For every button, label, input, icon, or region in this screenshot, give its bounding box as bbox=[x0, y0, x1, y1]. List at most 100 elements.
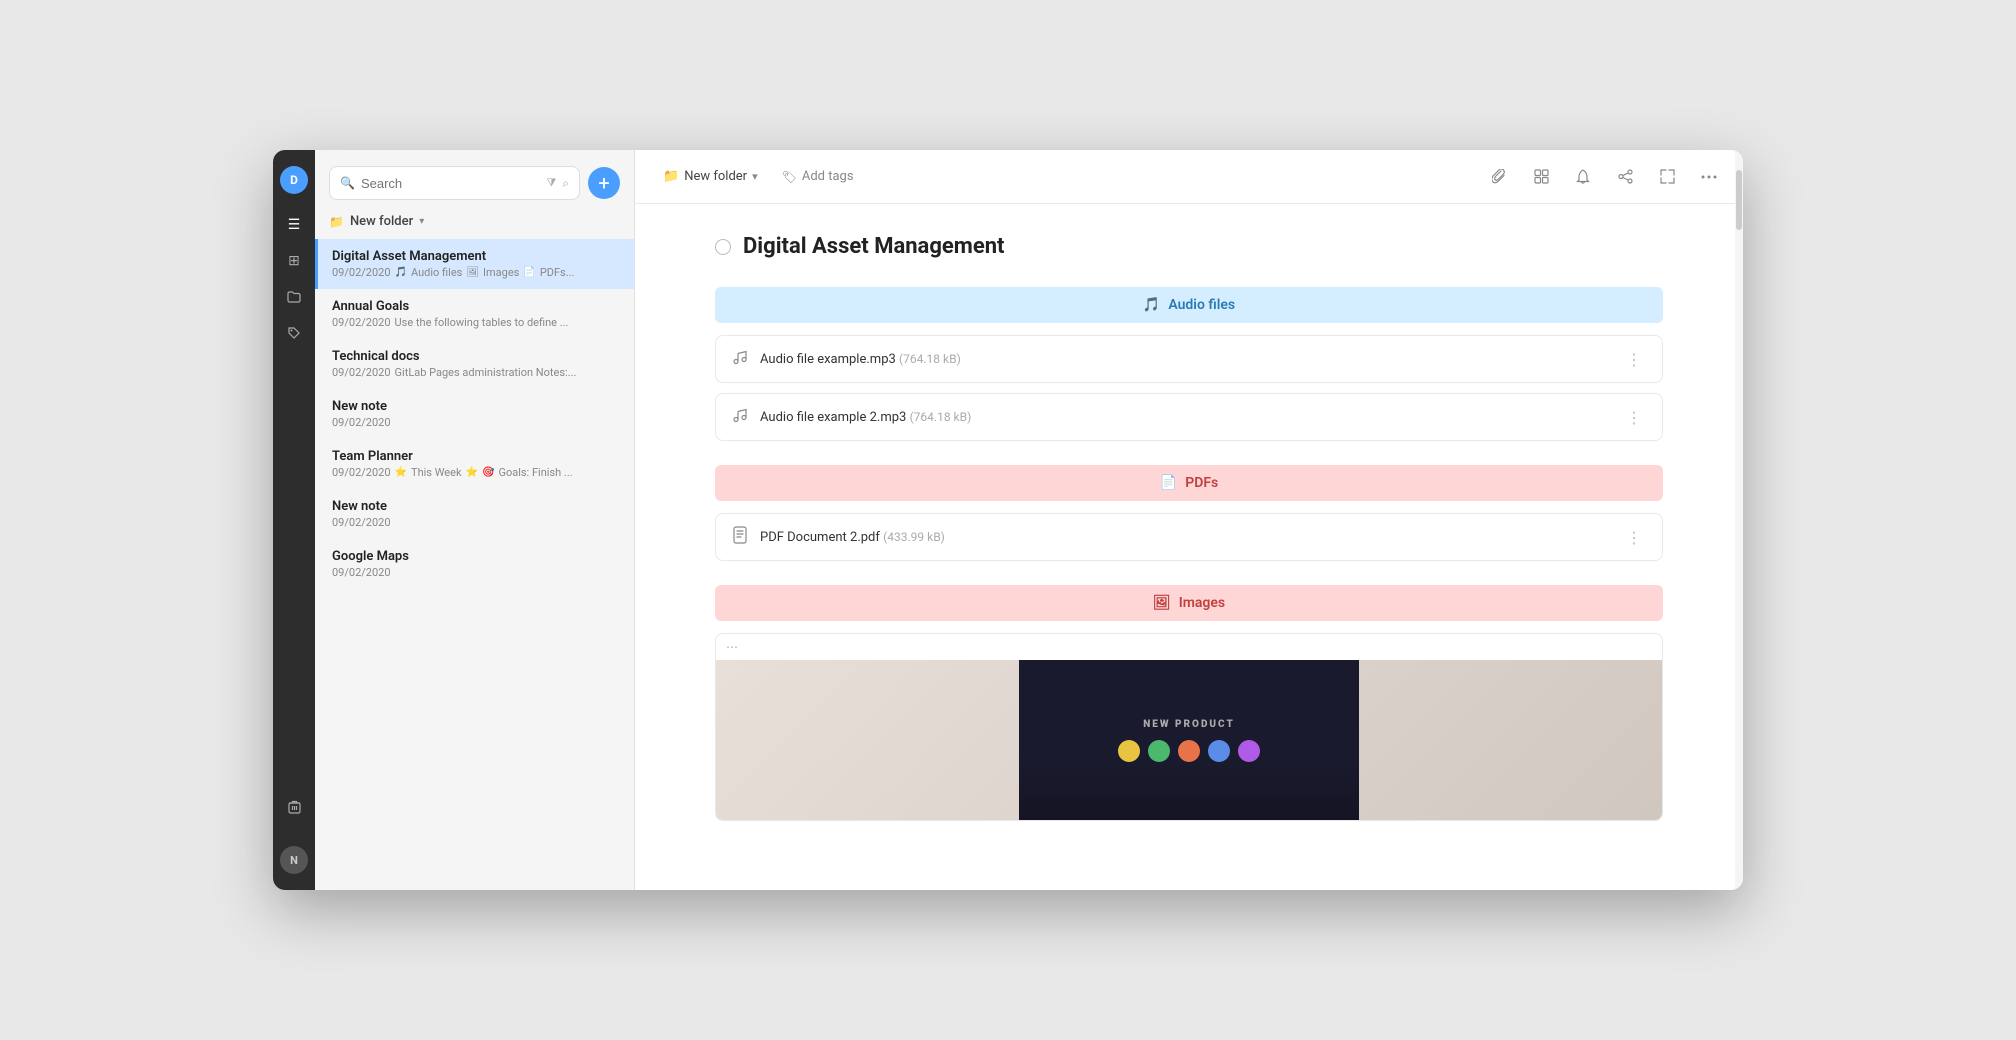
toolbar-folder-label: New folder bbox=[684, 169, 747, 184]
note-meta: 09/02/2020 bbox=[332, 516, 620, 529]
trash-nav-icon[interactable] bbox=[279, 792, 309, 822]
scrollbar[interactable] bbox=[1735, 150, 1743, 890]
tag-nav-icon[interactable] bbox=[279, 318, 309, 348]
note-title: Annual Goals bbox=[332, 299, 620, 314]
note-title: Team Planner bbox=[332, 449, 620, 464]
note-item[interactable]: Annual Goals 09/02/2020 Use the followin… bbox=[315, 289, 634, 339]
grid-view-toolbar-icon[interactable] bbox=[1527, 163, 1555, 191]
image-mock: NEW PRODUCT bbox=[716, 660, 1662, 820]
toolbar-add-tags-button[interactable]: 🏷 Add tags bbox=[774, 165, 862, 188]
note-item[interactable]: New note 09/02/2020 bbox=[315, 389, 634, 439]
note-item[interactable]: New note 09/02/2020 bbox=[315, 489, 634, 539]
image-more-options-icon[interactable]: ⋯ bbox=[726, 640, 738, 654]
audio-section: 🎵 Audio files Audio file example.mp3 (76… bbox=[715, 287, 1663, 441]
audio-file-icon bbox=[732, 348, 748, 370]
note-title: New note bbox=[332, 499, 620, 514]
audio-section-header: 🎵 Audio files bbox=[715, 287, 1663, 323]
user-avatar-bottom[interactable]: N bbox=[280, 846, 308, 874]
note-title: Digital Asset Management bbox=[332, 249, 620, 264]
toolbar-tag-label: Add tags bbox=[802, 169, 854, 184]
share-icon[interactable] bbox=[1611, 163, 1639, 191]
file-menu-button[interactable]: ⋮ bbox=[1622, 408, 1646, 427]
toolbar-folder-button[interactable]: 📁 New folder ▾ bbox=[655, 165, 766, 188]
app-window: D ☰ ⊞ N 🔍 ⧩ ⌕ + 📁 New folder bbox=[273, 150, 1743, 890]
pdfs-section-icon: 📄 bbox=[1160, 475, 1177, 491]
hamburger-menu-icon[interactable]: ☰ bbox=[279, 210, 309, 240]
image-preview: ⋯ NEW PRODUCT bbox=[715, 633, 1663, 821]
images-section-icon: 🖼 bbox=[1153, 595, 1171, 611]
audio-section-label: Audio files bbox=[1168, 297, 1235, 313]
expand-icon[interactable] bbox=[1653, 163, 1681, 191]
product-dot bbox=[1238, 740, 1260, 762]
folder-label-text: New folder bbox=[350, 214, 413, 229]
file-name: Audio file example 2.mp3 (764.18 kB) bbox=[760, 410, 1610, 425]
file-item: Audio file example 2.mp3 (764.18 kB) ⋮ bbox=[715, 393, 1663, 441]
pdfs-section: 📄 PDFs PDF Document 2.pdf (433.99 kB) ⋮ bbox=[715, 465, 1663, 561]
icon-sidebar: D ☰ ⊞ N bbox=[273, 150, 315, 890]
note-meta: 09/02/2020 ⭐ This Week ⭐ 🎯 Goals: Finish… bbox=[332, 466, 620, 479]
note-meta: 09/02/2020 GitLab Pages administration N… bbox=[332, 366, 620, 379]
file-name: PDF Document 2.pdf (433.99 kB) bbox=[760, 530, 1610, 545]
more-options-icon[interactable] bbox=[1695, 163, 1723, 191]
folder-chevron-icon: ▾ bbox=[419, 216, 424, 227]
folder-label-icon: 📁 bbox=[329, 215, 344, 229]
product-dots bbox=[1118, 740, 1260, 762]
note-meta: 09/02/2020 bbox=[332, 416, 620, 429]
pdf-file-icon bbox=[732, 526, 748, 548]
images-section: 🖼 Images ⋯ NEW PRODUCT bbox=[715, 585, 1663, 821]
file-item: Audio file example.mp3 (764.18 kB) ⋮ bbox=[715, 335, 1663, 383]
toolbar-folder-chevron-icon: ▾ bbox=[752, 170, 758, 183]
images-section-label: Images bbox=[1179, 595, 1225, 611]
toolbar-left: 📁 New folder ▾ 🏷 Add tags bbox=[655, 165, 1473, 188]
user-avatar-top[interactable]: D bbox=[280, 166, 308, 194]
note-item[interactable]: Digital Asset Management 09/02/2020 🎵 Au… bbox=[315, 239, 634, 289]
note-item[interactable]: Team Planner 09/02/2020 ⭐ This Week ⭐ 🎯 … bbox=[315, 439, 634, 489]
product-dot bbox=[1148, 740, 1170, 762]
note-meta: 09/02/2020 🎵 Audio files 🖼 Images 📄 PDFs… bbox=[332, 266, 620, 279]
toolbar-right bbox=[1485, 163, 1723, 191]
product-dot bbox=[1208, 740, 1230, 762]
notes-list: Digital Asset Management 09/02/2020 🎵 Au… bbox=[315, 239, 634, 890]
pdfs-section-header: 📄 PDFs bbox=[715, 465, 1663, 501]
title-radio-button[interactable] bbox=[715, 239, 731, 255]
note-meta: 09/02/2020 Use the following tables to d… bbox=[332, 316, 620, 329]
document-area: Digital Asset Management 🎵 Audio files A… bbox=[635, 204, 1743, 890]
document-title: Digital Asset Management bbox=[743, 234, 1005, 259]
file-menu-button[interactable]: ⋮ bbox=[1622, 350, 1646, 369]
note-title: New note bbox=[332, 399, 620, 414]
paperclip-icon[interactable] bbox=[1485, 163, 1513, 191]
product-dot bbox=[1178, 740, 1200, 762]
folder-nav-icon[interactable] bbox=[279, 282, 309, 312]
note-item[interactable]: Google Maps 09/02/2020 bbox=[315, 539, 634, 589]
toolbar-tag-icon: 🏷 bbox=[782, 170, 797, 184]
note-title: Google Maps bbox=[332, 549, 620, 564]
bell-icon[interactable] bbox=[1569, 163, 1597, 191]
file-name: Audio file example.mp3 (764.18 kB) bbox=[760, 352, 1610, 367]
audio-file-icon bbox=[732, 406, 748, 428]
search-magnifier-icon[interactable]: ⌕ bbox=[562, 176, 569, 191]
file-menu-button[interactable]: ⋮ bbox=[1622, 528, 1646, 547]
add-note-button[interactable]: + bbox=[588, 167, 620, 199]
scroll-thumb[interactable] bbox=[1736, 170, 1742, 230]
grid-icon[interactable]: ⊞ bbox=[279, 246, 309, 276]
product-image-mockup: NEW PRODUCT bbox=[1019, 660, 1359, 820]
notes-sidebar: 🔍 ⧩ ⌕ + 📁 New folder ▾ Digital Asset Man… bbox=[315, 150, 635, 890]
toolbar-folder-icon: 📁 bbox=[663, 169, 679, 184]
note-meta: 09/02/2020 bbox=[332, 566, 620, 579]
product-dot bbox=[1118, 740, 1140, 762]
audio-section-icon: 🎵 bbox=[1143, 297, 1160, 313]
image-preview-header: ⋯ bbox=[716, 634, 1662, 660]
search-input[interactable] bbox=[361, 176, 541, 191]
main-content: 📁 New folder ▾ 🏷 Add tags bbox=[635, 150, 1743, 890]
document-title-row: Digital Asset Management bbox=[715, 234, 1663, 259]
filter-icon[interactable]: ⧩ bbox=[546, 176, 556, 190]
images-section-header: 🖼 Images bbox=[715, 585, 1663, 621]
main-toolbar: 📁 New folder ▾ 🏷 Add tags bbox=[635, 150, 1743, 204]
folder-label[interactable]: 📁 New folder ▾ bbox=[315, 210, 634, 239]
search-icon: 🔍 bbox=[340, 176, 355, 190]
pdfs-section-label: PDFs bbox=[1185, 475, 1218, 491]
search-bar[interactable]: 🔍 ⧩ ⌕ bbox=[329, 166, 580, 200]
note-item[interactable]: Technical docs 09/02/2020 GitLab Pages a… bbox=[315, 339, 634, 389]
note-title: Technical docs bbox=[332, 349, 620, 364]
sidebar-header: 🔍 ⧩ ⌕ + bbox=[315, 150, 634, 210]
